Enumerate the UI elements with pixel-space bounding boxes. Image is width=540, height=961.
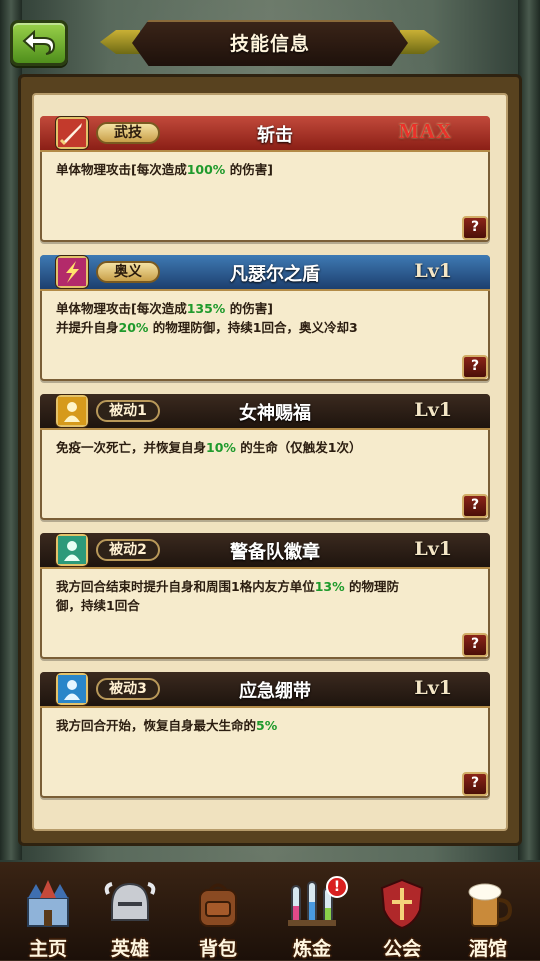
skill-type-tag: 武技 — [96, 122, 160, 144]
description-text: 的伤害] — [225, 162, 273, 177]
help-button[interactable]: ? — [462, 772, 488, 796]
skill-level: Lv1 — [414, 260, 452, 282]
help-button[interactable]: ? — [462, 216, 488, 240]
highlight-value: 13% — [314, 579, 345, 594]
guild-shield-icon — [374, 876, 430, 932]
back-arrow-icon — [22, 30, 56, 55]
nav-item[interactable]: 背包 — [178, 872, 258, 960]
skill-level: MAX — [398, 119, 452, 143]
highlight-value: 20% — [118, 320, 149, 335]
backpack-icon — [190, 876, 246, 932]
sword-slash-icon — [56, 117, 88, 149]
back-button[interactable] — [10, 20, 68, 66]
skill-description-line: 我方回合开始，恢复自身最大生命的5% — [56, 716, 474, 735]
skill-name: 女神赐福 — [239, 403, 311, 424]
skill-level: Lv1 — [414, 399, 452, 421]
skill-card: 被动1 女神赐福 Lv1 免疫一次死亡，并恢复自身10% 的生命（仅触发1次）? — [40, 394, 490, 520]
skill-type-tag: 被动3 — [96, 678, 160, 700]
nav-label: 背包 — [198, 938, 237, 960]
skill-card-header: 奥义 凡瑟尔之盾 Lv1 — [40, 255, 490, 291]
highlight-value: 100% — [186, 162, 226, 177]
skill-description-line: 免疫一次死亡，并恢复自身10% 的生命（仅触发1次） — [56, 438, 474, 457]
description-text: 的伤害] — [225, 301, 273, 316]
skill-name: 警备队徽章 — [230, 542, 320, 563]
knight-helmet-icon — [102, 876, 158, 932]
help-button[interactable]: ? — [462, 494, 488, 518]
skill-type-tag: 奥义 — [96, 261, 160, 283]
nav-label: 公会 — [382, 938, 421, 960]
title-bar: 技能信息 — [100, 20, 440, 66]
nav-item[interactable]: 酒馆 — [448, 872, 528, 960]
description-text: 御，持续1回合 — [56, 598, 140, 613]
skill-name: 应急绷带 — [239, 681, 311, 702]
nav-item[interactable]: ! 炼金 — [272, 872, 352, 960]
skill-card: 武技 斩击 MAX 单体物理攻击[每次造成100% 的伤害]? — [40, 116, 490, 242]
nav-label: 英雄 — [110, 938, 149, 960]
skill-card-header: 被动3 应急绷带 Lv1 — [40, 672, 490, 708]
skill-description: 单体物理攻击[每次造成135% 的伤害] 并提升自身20% 的物理防御，持续1回合… — [56, 299, 474, 337]
help-button[interactable]: ? — [462, 355, 488, 379]
nav-item[interactable]: 英雄 — [90, 872, 170, 960]
castle-icon — [20, 876, 76, 932]
skill-description-line: 单体物理攻击[每次造成100% 的伤害] — [56, 160, 474, 179]
skill-description-line: 单体物理攻击[每次造成135% 的伤害] — [56, 299, 474, 318]
skill-description: 我方回合开始，恢复自身最大生命的5% — [56, 716, 474, 735]
lightning-slash-icon — [56, 256, 88, 288]
skill-description: 免疫一次死亡，并恢复自身10% 的生命（仅触发1次） — [56, 438, 474, 457]
skill-description-line: 御，持续1回合 — [56, 596, 474, 615]
description-text: 单体物理攻击[每次造成 — [56, 301, 187, 316]
green-figure-icon — [56, 534, 88, 566]
nav-item[interactable]: 主页 — [8, 872, 88, 960]
skill-card-header: 被动2 警备队徽章 Lv1 — [40, 533, 490, 569]
nav-label: 主页 — [28, 938, 67, 960]
skill-name: 凡瑟尔之盾 — [230, 264, 320, 285]
page-title: 技能信息 — [229, 33, 310, 55]
help-button[interactable]: ? — [462, 633, 488, 657]
skill-name: 斩击 — [257, 125, 293, 146]
description-text: 我方回合开始，恢复自身最大生命的 — [56, 718, 257, 733]
skill-card: 被动3 应急绷带 Lv1 我方回合开始，恢复自身最大生命的5%? — [40, 672, 490, 798]
skill-level: Lv1 — [414, 538, 452, 560]
skill-card: 奥义 凡瑟尔之盾 Lv1 单体物理攻击[每次造成135% 的伤害] 并提升自身20% 的… — [40, 255, 490, 381]
highlight-value: 10% — [206, 440, 236, 455]
description-text: 的物理防御，持续1回合，奥义冷却3 — [148, 320, 358, 335]
skill-type-tag: 被动1 — [96, 400, 160, 422]
alert-badge: ! — [326, 876, 348, 898]
nav-label: 炼金 — [292, 938, 331, 960]
nav-item[interactable]: 公会 — [362, 872, 442, 960]
description-text: 并提升自身 — [56, 320, 119, 335]
skill-card-header: 武技 斩击 MAX — [40, 116, 490, 152]
golden-figure-icon — [56, 395, 88, 427]
description-text: 我方回合结束时提升自身和周围1格内友方单位 — [56, 579, 315, 594]
blue-figure-icon — [56, 673, 88, 705]
highlight-value: 135% — [186, 301, 226, 316]
skill-description-line: 并提升自身20% 的物理防御，持续1回合，奥义冷却3 — [56, 318, 474, 337]
description-text: 单体物理攻击[每次造成 — [56, 162, 187, 177]
skill-description-line: 我方回合结束时提升自身和周围1格内友方单位13% 的物理防 — [56, 577, 474, 596]
skill-card: 被动2 警备队徽章 Lv1 我方回合结束时提升自身和周围1格内友方单位13% 的物理防… — [40, 533, 490, 659]
skill-description: 我方回合结束时提升自身和周围1格内友方单位13% 的物理防御，持续1回合 — [56, 577, 474, 615]
skill-description: 单体物理攻击[每次造成100% 的伤害] — [56, 160, 474, 179]
description-text: 的物理防 — [344, 579, 399, 594]
skill-level: Lv1 — [414, 677, 452, 699]
beer-mug-icon — [460, 876, 516, 932]
nav-label: 酒馆 — [468, 938, 507, 960]
skill-card-header: 被动1 女神赐福 Lv1 — [40, 394, 490, 430]
bottom-nav: 主页 英雄 背包! 炼金 公会 酒馆 — [0, 862, 540, 960]
skill-type-tag: 被动2 — [96, 539, 160, 561]
description-text: 的生命（仅触发1次） — [235, 440, 362, 455]
highlight-value: 5% — [256, 718, 278, 733]
description-text: 免疫一次死亡，并恢复自身 — [56, 440, 207, 455]
